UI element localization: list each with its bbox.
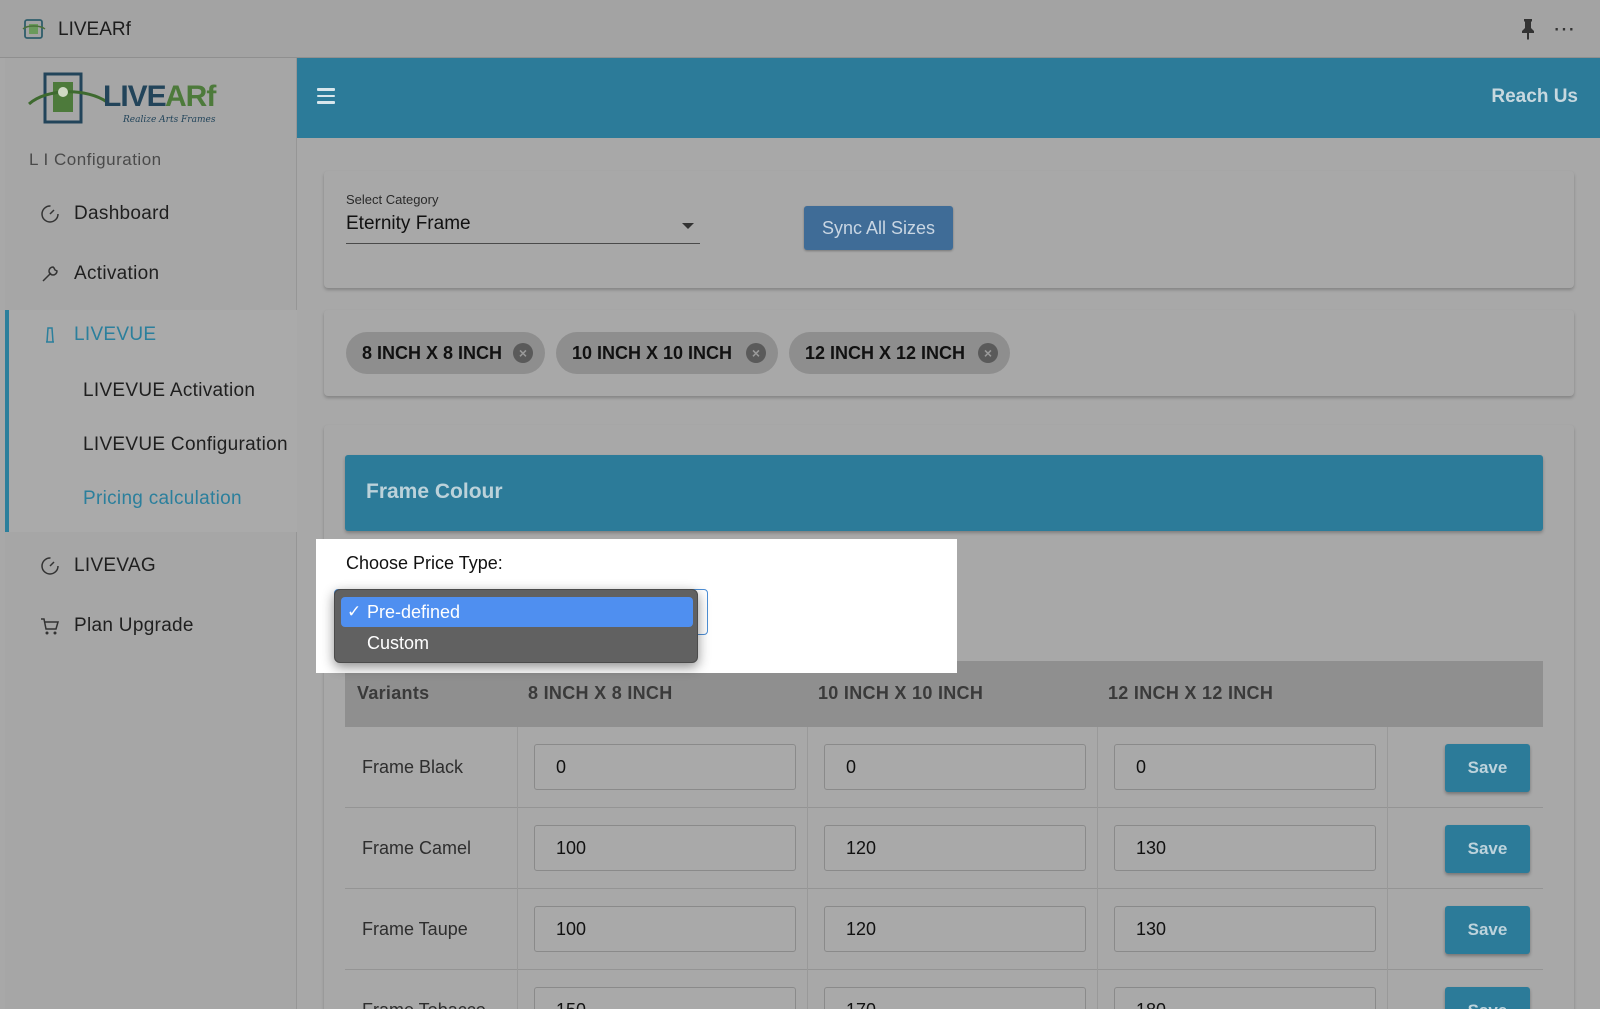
- size-chip-label: 12 INCH X 12 INCH: [805, 342, 966, 363]
- sidebar-item-label: LIVEVUE: [74, 324, 157, 345]
- price-input[interactable]: 130: [1114, 825, 1376, 871]
- livearf-logo[interactable]: LIVE ARf Realize Arts Frames: [27, 68, 227, 130]
- category-card: Select Category Eternity Frame Sync All …: [324, 171, 1574, 288]
- cart-icon: [41, 618, 59, 635]
- svg-text:ARf: ARf: [165, 80, 217, 113]
- save-button[interactable]: Save: [1445, 825, 1530, 873]
- price-input[interactable]: 0: [534, 744, 796, 790]
- option-custom[interactable]: Custom: [341, 628, 693, 658]
- sidebar: LIVE ARf Realize Arts Frames L I Configu…: [5, 58, 297, 1009]
- price-input[interactable]: 0: [824, 744, 1086, 790]
- top-header: Reach Us: [297, 58, 1600, 138]
- price-input[interactable]: 150: [534, 987, 796, 1009]
- sidebar-item-label: Dashboard: [74, 203, 170, 224]
- column-header: Variants: [357, 683, 430, 703]
- panel-title: Frame Colour: [366, 480, 503, 503]
- variant-name: Frame Tobacco: [362, 1000, 486, 1009]
- column-header: 8 INCH X 8 INCH: [528, 683, 673, 703]
- save-button[interactable]: Save: [1445, 987, 1530, 1009]
- price-input[interactable]: 120: [824, 906, 1086, 952]
- sidebar-subitem-pricing-calculation[interactable]: Pricing calculation: [83, 488, 242, 510]
- section-label: L I Configuration: [29, 150, 162, 169]
- sidebar-item-livevag[interactable]: LIVEVAG: [5, 541, 297, 591]
- table-row: Frame Black 0 0 0 Save: [345, 727, 1543, 808]
- variant-name: Frame Black: [362, 757, 464, 777]
- sidebar-subitem-livevue-activation[interactable]: LIVEVUE Activation: [83, 380, 255, 402]
- select-category-label: Select Category: [346, 192, 439, 207]
- pin-icon[interactable]: [1518, 18, 1538, 40]
- hamburger-icon[interactable]: [317, 88, 335, 104]
- variant-name: Frame Taupe: [362, 919, 468, 939]
- sidebar-item-label: Plan Upgrade: [74, 615, 194, 636]
- frame-colour-card: Frame Colour Variants 8 INCH X 8 INCH 10…: [324, 425, 1574, 1009]
- svg-text:Realize Arts Frames: Realize Arts Frames: [122, 115, 216, 125]
- save-button[interactable]: Save: [1445, 744, 1530, 792]
- more-icon[interactable]: ⋯: [1553, 16, 1576, 42]
- sidebar-subitem-livevue-configuration[interactable]: LIVEVUE Configuration: [83, 434, 288, 456]
- chevron-down-icon[interactable]: [682, 223, 694, 229]
- option-label: Custom: [367, 633, 430, 653]
- table-row: Frame Tobacco 150 170 180 Save: [345, 970, 1543, 1009]
- frame-colour-header: Frame Colour: [345, 455, 1543, 531]
- price-input[interactable]: 180: [1114, 987, 1376, 1009]
- sizes-card: 8 INCH X 8 INCH × 10 INCH X 10 INCH × 12…: [324, 310, 1574, 396]
- sidebar-item-label: LIVEVAG: [74, 555, 157, 576]
- lighthouse-icon: [46, 327, 54, 343]
- column-header: 10 INCH X 10 INCH: [818, 683, 984, 703]
- sidebar-item-label: Activation: [74, 263, 160, 284]
- price-input[interactable]: 130: [1114, 906, 1376, 952]
- option-label: Pre-defined: [367, 602, 461, 622]
- remove-chip-icon[interactable]: ×: [513, 343, 533, 363]
- size-chip: 12 INCH X 12 INCH ×: [789, 332, 1010, 374]
- table-row: Frame Camel 100 120 130 Save: [345, 808, 1543, 889]
- window-titlebar: LIVEARf ⋯: [0, 0, 1600, 58]
- sync-all-sizes-button[interactable]: Sync All Sizes: [804, 206, 953, 250]
- size-chip-label: 10 INCH X 10 INCH: [572, 342, 733, 363]
- sidebar-item-activation[interactable]: Activation: [5, 249, 297, 299]
- column-header: 12 INCH X 12 INCH: [1108, 683, 1274, 703]
- window-title: LIVEARf: [58, 19, 131, 40]
- price-type-dropdown: ✓ Pre-defined Custom: [334, 589, 698, 663]
- price-input[interactable]: 120: [824, 825, 1086, 871]
- livevue-group: LIVEVUE LIVEVUE Activation LIVEVUE Confi…: [5, 310, 297, 532]
- variant-name: Frame Camel: [362, 838, 472, 858]
- save-button[interactable]: Save: [1445, 906, 1530, 954]
- price-input[interactable]: 100: [534, 825, 796, 871]
- price-input[interactable]: 0: [1114, 744, 1376, 790]
- option-pre-defined[interactable]: ✓ Pre-defined: [341, 597, 693, 627]
- category-select-underline: [346, 243, 700, 244]
- app-frame-icon: [22, 19, 46, 39]
- reach-us-link[interactable]: Reach Us: [1491, 86, 1578, 108]
- sidebar-item-plan-upgrade[interactable]: Plan Upgrade: [5, 601, 297, 651]
- table-row: Frame Taupe 100 120 130 Save: [345, 889, 1543, 970]
- sidebar-item-dashboard[interactable]: Dashboard: [5, 189, 297, 239]
- remove-chip-icon[interactable]: ×: [978, 343, 998, 363]
- size-chip-label: 8 INCH X 8 INCH: [362, 342, 503, 363]
- size-chip: 8 INCH X 8 INCH ×: [346, 332, 545, 374]
- checkmark-icon: ✓: [347, 602, 362, 621]
- choose-price-type-label: Choose Price Type:: [346, 553, 503, 573]
- gauge-icon: [41, 205, 59, 223]
- size-chip: 10 INCH X 10 INCH ×: [556, 332, 778, 374]
- remove-chip-icon[interactable]: ×: [746, 343, 766, 363]
- price-input[interactable]: 170: [824, 987, 1086, 1009]
- category-select[interactable]: Eternity Frame: [346, 213, 471, 235]
- gauge-icon: [41, 557, 59, 575]
- sidebar-item-livevue[interactable]: LIVEVUE: [5, 310, 297, 360]
- svg-text:LIVE: LIVE: [103, 80, 166, 113]
- wrench-icon: [42, 266, 58, 282]
- price-input[interactable]: 100: [534, 906, 796, 952]
